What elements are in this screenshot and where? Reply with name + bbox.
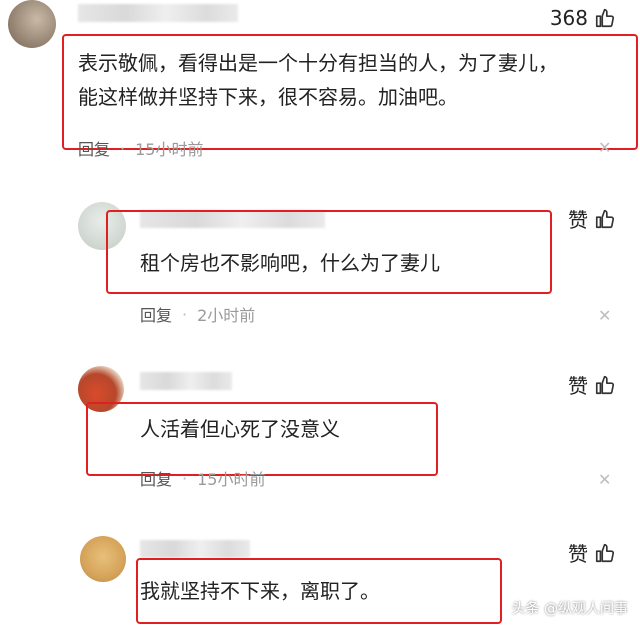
like-button[interactable]: 赞 bbox=[568, 538, 616, 567]
avatar[interactable] bbox=[8, 0, 56, 48]
separator-dot: · bbox=[182, 304, 188, 324]
close-icon[interactable]: ✕ bbox=[598, 470, 611, 489]
reply-button[interactable]: 回复 bbox=[140, 466, 172, 490]
separator-dot: · bbox=[120, 138, 126, 158]
separator-dot: · bbox=[182, 468, 188, 488]
thumbs-up-icon bbox=[594, 7, 616, 29]
comment-time: 2小时前 bbox=[197, 306, 256, 325]
comment-text: 表示敬佩，看得出是一个十分有担当的人，为了妻儿， 能这样做并坚持下来，很不容易。… bbox=[78, 46, 623, 114]
username-blurred[interactable] bbox=[140, 372, 232, 390]
avatar[interactable] bbox=[80, 536, 126, 582]
like-count: 368 bbox=[549, 6, 588, 30]
reply-button[interactable]: 回复 bbox=[78, 136, 110, 160]
watermark: 头条 @纵观人间事 bbox=[511, 601, 628, 617]
like-button[interactable]: 赞 bbox=[568, 204, 616, 233]
username-blurred[interactable] bbox=[78, 4, 238, 22]
thumbs-up-icon bbox=[594, 542, 616, 564]
like-label: 赞 bbox=[568, 374, 588, 398]
comment-meta: 回复 · 2小时前 bbox=[140, 302, 255, 326]
reply-button[interactable]: 回复 bbox=[140, 302, 172, 326]
like-label: 赞 bbox=[568, 208, 588, 232]
thumbs-up-icon bbox=[594, 208, 616, 230]
comment-meta: 回复 · 15小时前 bbox=[78, 136, 203, 160]
username-blurred[interactable] bbox=[140, 540, 250, 558]
comment-time: 15小时前 bbox=[135, 140, 204, 159]
comment-time: 15小时前 bbox=[197, 470, 266, 489]
comment-text: 我就坚持不下来，离职了。 bbox=[140, 579, 380, 603]
like-label: 赞 bbox=[568, 542, 588, 566]
thumbs-up-icon bbox=[594, 374, 616, 396]
like-button[interactable]: 赞 bbox=[568, 370, 616, 399]
comment-line: 表示敬佩，看得出是一个十分有担当的人，为了妻儿， bbox=[78, 51, 558, 75]
close-icon[interactable]: ✕ bbox=[598, 138, 611, 157]
comment-line: 能这样做并坚持下来，很不容易。加油吧。 bbox=[78, 85, 458, 109]
comment-text: 人活着但心死了没意义 bbox=[140, 417, 340, 441]
close-icon[interactable]: ✕ bbox=[598, 306, 611, 325]
like-button[interactable]: 368 bbox=[550, 6, 616, 30]
comment-meta: 回复 · 15小时前 bbox=[140, 466, 265, 490]
comment-text: 租个房也不影响吧，什么为了妻儿 bbox=[140, 251, 440, 275]
